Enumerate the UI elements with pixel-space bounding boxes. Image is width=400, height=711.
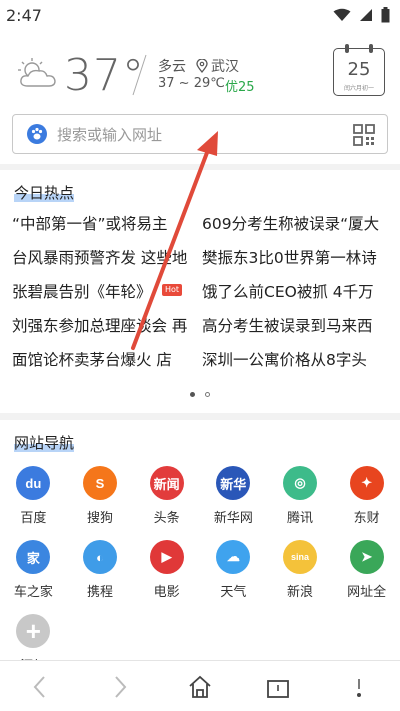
status-time: 2:47 [6, 5, 42, 25]
site-label: 车之家 [13, 585, 53, 600]
browser-home: 2:47 37° 多云 武汉 37 ~ 29℃ 优25 25 闰六月初一 搜索或… [0, 0, 400, 711]
toutiao-icon: 新闻 [149, 466, 184, 500]
site-nav-title: 网站导航 [14, 432, 75, 453]
site-item-12[interactable]: +添加 [0, 614, 67, 660]
battery-icon [381, 7, 390, 23]
news-item[interactable]: 台风暴雨预警齐发 这些地 [12, 246, 202, 270]
weather-condition: 多云 [158, 59, 186, 75]
hot-badge: Hot [162, 284, 183, 296]
site-label: 腾讯 [286, 511, 313, 526]
site-label: 天气 [220, 585, 247, 600]
site-item-2[interactable]: 新闻 头条 [133, 466, 200, 526]
news-item[interactable]: 深圳一公寓价格从8字头 [202, 348, 392, 372]
autohome-icon: 家 [16, 540, 51, 574]
status-icons [333, 7, 390, 23]
tabs-icon[interactable] [266, 675, 290, 699]
site-item-0[interactable]: du 百度 [0, 466, 67, 526]
compass-icon: ➤ [349, 540, 384, 574]
page-dot [205, 392, 210, 397]
bottom-toolbar [0, 660, 400, 711]
hot-news-title: 今日热点 [14, 182, 75, 203]
signal-icon [360, 9, 372, 21]
tencent-icon: ◎ [282, 466, 317, 500]
calendar-ring [369, 44, 373, 53]
calendar-ring [345, 44, 349, 53]
temp-range: 37 ~ 29℃ [158, 76, 225, 91]
location-pin-icon [196, 59, 208, 73]
qr-scan-icon[interactable] [353, 124, 375, 146]
hot-news-list: “中部第一省”或将易主 609分考生称被误录“厦大 台风暴雨预警齐发 这些地 樊… [12, 212, 392, 372]
news-item-hot[interactable]: 张碧晨告别《年轮》 Hot [12, 280, 202, 304]
ctrip-icon: ◐ [82, 540, 117, 574]
wifi-icon [333, 8, 351, 21]
calendar-lunar: 闰六月初一 [343, 85, 374, 92]
home-icon[interactable] [187, 675, 213, 699]
site-label: 电影 [153, 585, 180, 600]
site-label: 网址全 [347, 585, 387, 600]
news-item[interactable]: 面馆论杯卖茅台爆火 店 [12, 348, 202, 372]
calendar-day: 25 [347, 59, 371, 80]
site-item-1[interactable]: S 搜狗 [67, 466, 134, 526]
site-item-11[interactable]: ➤ 网址全 [333, 540, 400, 600]
news-item[interactable]: “中部第一省”或将易主 [12, 212, 202, 236]
news-item[interactable]: 刘强东参加总理座谈会 再 [12, 314, 202, 338]
baidu-paw-icon [27, 124, 47, 144]
site-item-7[interactable]: ◐ 携程 [67, 540, 134, 600]
site-item-8[interactable]: ▶ 电影 [133, 540, 200, 600]
site-item-9[interactable]: ☁ 天气 [200, 540, 267, 600]
weather-icon: ☁ [216, 540, 251, 574]
site-grid: du 百度 S 搜狗 新闻 头条 新华 新华网 ◎ 腾讯 ✦ 东财家车之家 ◐ 携程 ▶ 电影 ☁ 天气 sina 新… [0, 466, 400, 660]
news-item[interactable]: 高分考生被误录到马来西 [202, 314, 392, 338]
header-card: 37° 多云 武汉 37 ~ 29℃ 优25 25 闰六月初一 搜索或输入网址 [0, 30, 400, 164]
site-label: 搜狗 [86, 511, 113, 526]
site-item-3[interactable]: 新华 新华网 [200, 466, 267, 526]
news-item[interactable]: 609分考生称被误录“厦大 [202, 212, 392, 236]
sina-icon: sina [282, 540, 317, 574]
calendar-widget[interactable]: 25 闰六月初一 [333, 44, 385, 96]
movie-icon: ▶ [149, 540, 184, 574]
hot-news-section: 今日热点 “中部第一省”或将易主 609分考生称被误录“厦大 台风暴雨预警齐发 … [0, 170, 400, 413]
site-item-10[interactable]: sina 新浪 [267, 540, 334, 600]
site-label: 新浪 [286, 585, 313, 600]
site-label: 百度 [20, 511, 47, 526]
news-item[interactable]: 樊振东3比0世界第一林诗 [202, 246, 392, 270]
city-name: 武汉 [211, 59, 239, 75]
site-label: 新华网 [213, 511, 253, 526]
air-quality: 优25 [225, 80, 255, 95]
baidu-icon: du [16, 466, 51, 500]
sogou-icon: S [82, 466, 117, 500]
site-item-5[interactable]: ✦ 东财 [333, 466, 400, 526]
xinhua-icon: 新华 [216, 466, 251, 500]
site-item-4[interactable]: ◎ 腾讯 [267, 466, 334, 526]
site-nav-section: 网站导航 du 百度 S 搜狗 新闻 头条 新华 新华网 ◎ 腾讯 ✦ 东财家车之家 ◐ 携程 ▶ 电影 ☁ 天气… [0, 420, 400, 660]
add-icon: + [16, 614, 51, 648]
back-icon[interactable] [30, 675, 50, 699]
cloudy-icon [18, 58, 56, 87]
location[interactable]: 武汉 [196, 56, 239, 76]
status-bar: 2:47 [0, 0, 400, 30]
eastmoney-icon: ✦ [349, 466, 384, 500]
news-item[interactable]: 饿了么前CEO被抓 4千万 [202, 280, 392, 304]
forward-icon[interactable] [110, 675, 130, 699]
site-item-6[interactable]: 家车之家 [0, 540, 67, 600]
search-input[interactable]: 搜索或输入网址 [57, 124, 162, 145]
site-nav-title-text: 网站导航 [14, 434, 75, 452]
hot-news-title-text: 今日热点 [14, 184, 75, 202]
site-label: 携程 [86, 585, 113, 600]
site-label: 头条 [153, 511, 180, 526]
menu-icon[interactable] [354, 675, 364, 699]
page-indicator [0, 392, 400, 397]
site-label: 东财 [353, 511, 380, 526]
page-dot-active [190, 392, 195, 397]
search-bar[interactable]: 搜索或输入网址 [12, 114, 388, 154]
news-item-text: 张碧晨告别《年轮》 [12, 283, 152, 301]
